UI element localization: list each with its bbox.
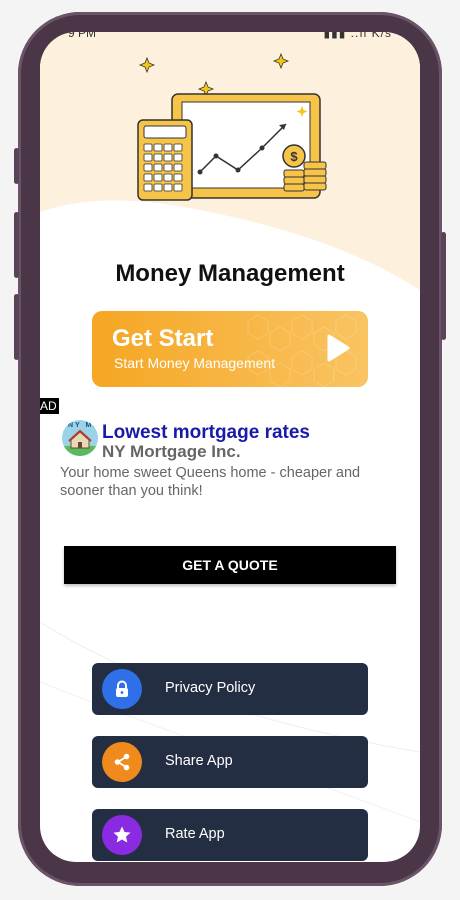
star-icon bbox=[113, 826, 131, 843]
page-title: Money Management bbox=[115, 260, 345, 287]
ad-logo[interactable]: NY MI bbox=[62, 420, 98, 456]
rate-icon-circle bbox=[102, 815, 142, 855]
side-button-power bbox=[441, 232, 446, 340]
ad-logo-text: NY MI bbox=[68, 422, 98, 429]
get-start-subtitle: Start Money Management bbox=[114, 355, 276, 371]
menu-item-label: Share App bbox=[165, 753, 233, 769]
side-button-volume-down bbox=[14, 294, 19, 360]
ad-description: Your home sweet Queens home - cheaper an… bbox=[60, 465, 361, 499]
menu-item-label: Rate App bbox=[165, 826, 225, 842]
play-icon bbox=[327, 334, 350, 362]
ad-title[interactable]: Lowest mortgage rates bbox=[102, 422, 310, 444]
side-button-top bbox=[14, 148, 19, 184]
privacy-icon-circle bbox=[102, 669, 142, 709]
share-icon bbox=[114, 753, 130, 771]
app-screen: 9 PM ▮▮▮ ..ıl K/s $ Money Management Get… bbox=[40, 32, 420, 862]
lock-icon bbox=[116, 680, 128, 697]
menu-item-label: Privacy Policy bbox=[165, 680, 256, 696]
get-a-quote-button[interactable]: GET A QUOTE bbox=[64, 546, 396, 584]
finance-illustration: $ bbox=[137, 52, 327, 201]
get-start-title: Get Start bbox=[112, 325, 214, 352]
menu-item-share-app[interactable]: Share App bbox=[92, 736, 368, 788]
ad-company: NY Mortgage Inc. bbox=[102, 442, 241, 461]
menu-item-privacy-policy[interactable]: Privacy Policy bbox=[92, 663, 368, 715]
get-start-button[interactable]: Get Start Start Money Management bbox=[92, 311, 368, 387]
menu-item-rate-app[interactable]: Rate App bbox=[92, 809, 368, 861]
share-icon-circle bbox=[102, 742, 142, 782]
side-button-volume-up bbox=[14, 212, 19, 278]
ad-badge: AD bbox=[40, 398, 59, 414]
svg-text:$: $ bbox=[290, 149, 298, 164]
